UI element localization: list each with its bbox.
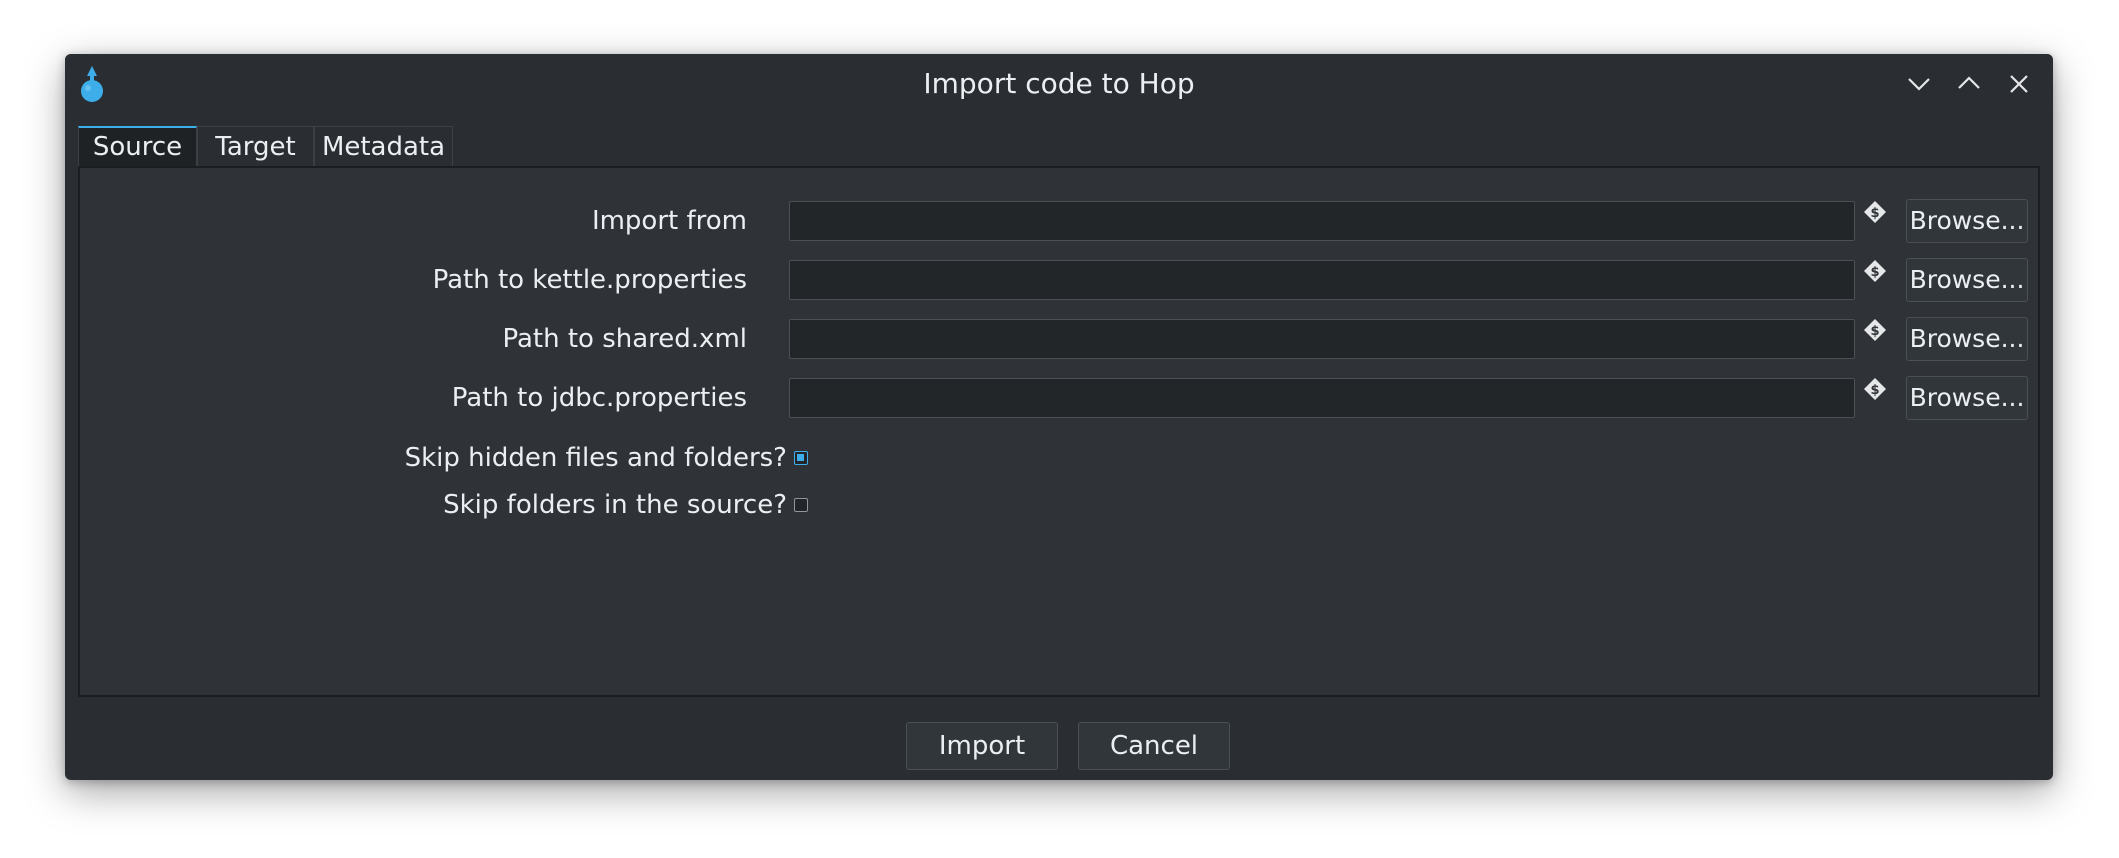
shared-xml-input[interactable]	[789, 319, 1855, 359]
import-dialog: Import code to Hop Source Target Metadat…	[65, 54, 2053, 780]
import-button[interactable]: Import	[906, 722, 1058, 770]
svg-text:$: $	[1870, 383, 1879, 398]
skip-hidden-label: Skip hidden files and folders?	[404, 443, 787, 473]
variable-dollar-icon: $	[1863, 318, 1887, 342]
svg-text:$: $	[1870, 324, 1879, 339]
variable-dollar-icon: $	[1863, 200, 1887, 224]
maximize-icon[interactable]	[1953, 68, 1985, 100]
shared-xml-label: Path to shared.xml	[502, 324, 747, 354]
import-from-browse-button[interactable]: Browse...	[1906, 199, 2028, 243]
import-from-label: Import from	[591, 206, 747, 236]
shared-xml-browse-button[interactable]: Browse...	[1906, 317, 2028, 361]
import-from-input[interactable]	[789, 201, 1855, 241]
jdbc-properties-label: Path to jdbc.properties	[451, 383, 747, 413]
kettle-properties-label: Path to kettle.properties	[432, 265, 747, 295]
tab-metadata[interactable]: Metadata	[314, 126, 453, 167]
tab-target[interactable]: Target	[197, 126, 314, 167]
cancel-button[interactable]: Cancel	[1078, 722, 1230, 770]
tab-source[interactable]: Source	[78, 126, 197, 167]
close-icon[interactable]	[2003, 68, 2035, 100]
skip-folders-label: Skip folders in the source?	[443, 490, 787, 520]
skip-folders-checkbox[interactable]	[794, 498, 808, 512]
jdbc-properties-browse-button[interactable]: Browse...	[1906, 376, 2028, 420]
variable-dollar-icon: $	[1863, 259, 1887, 283]
variable-dollar-icon: $	[1863, 377, 1887, 401]
window-title: Import code to Hop	[923, 67, 1195, 100]
title-bar[interactable]: Import code to Hop	[65, 54, 2053, 112]
source-panel: Import from $ Browse... Path to kettle.p…	[78, 166, 2040, 697]
kettle-properties-browse-button[interactable]: Browse...	[1906, 258, 2028, 302]
kettle-properties-input[interactable]	[789, 260, 1855, 300]
skip-hidden-checkbox[interactable]	[794, 451, 808, 465]
minimize-icon[interactable]	[1903, 68, 1935, 100]
jdbc-properties-input[interactable]	[789, 378, 1855, 418]
svg-text:$: $	[1870, 265, 1879, 280]
svg-text:$: $	[1870, 206, 1879, 221]
